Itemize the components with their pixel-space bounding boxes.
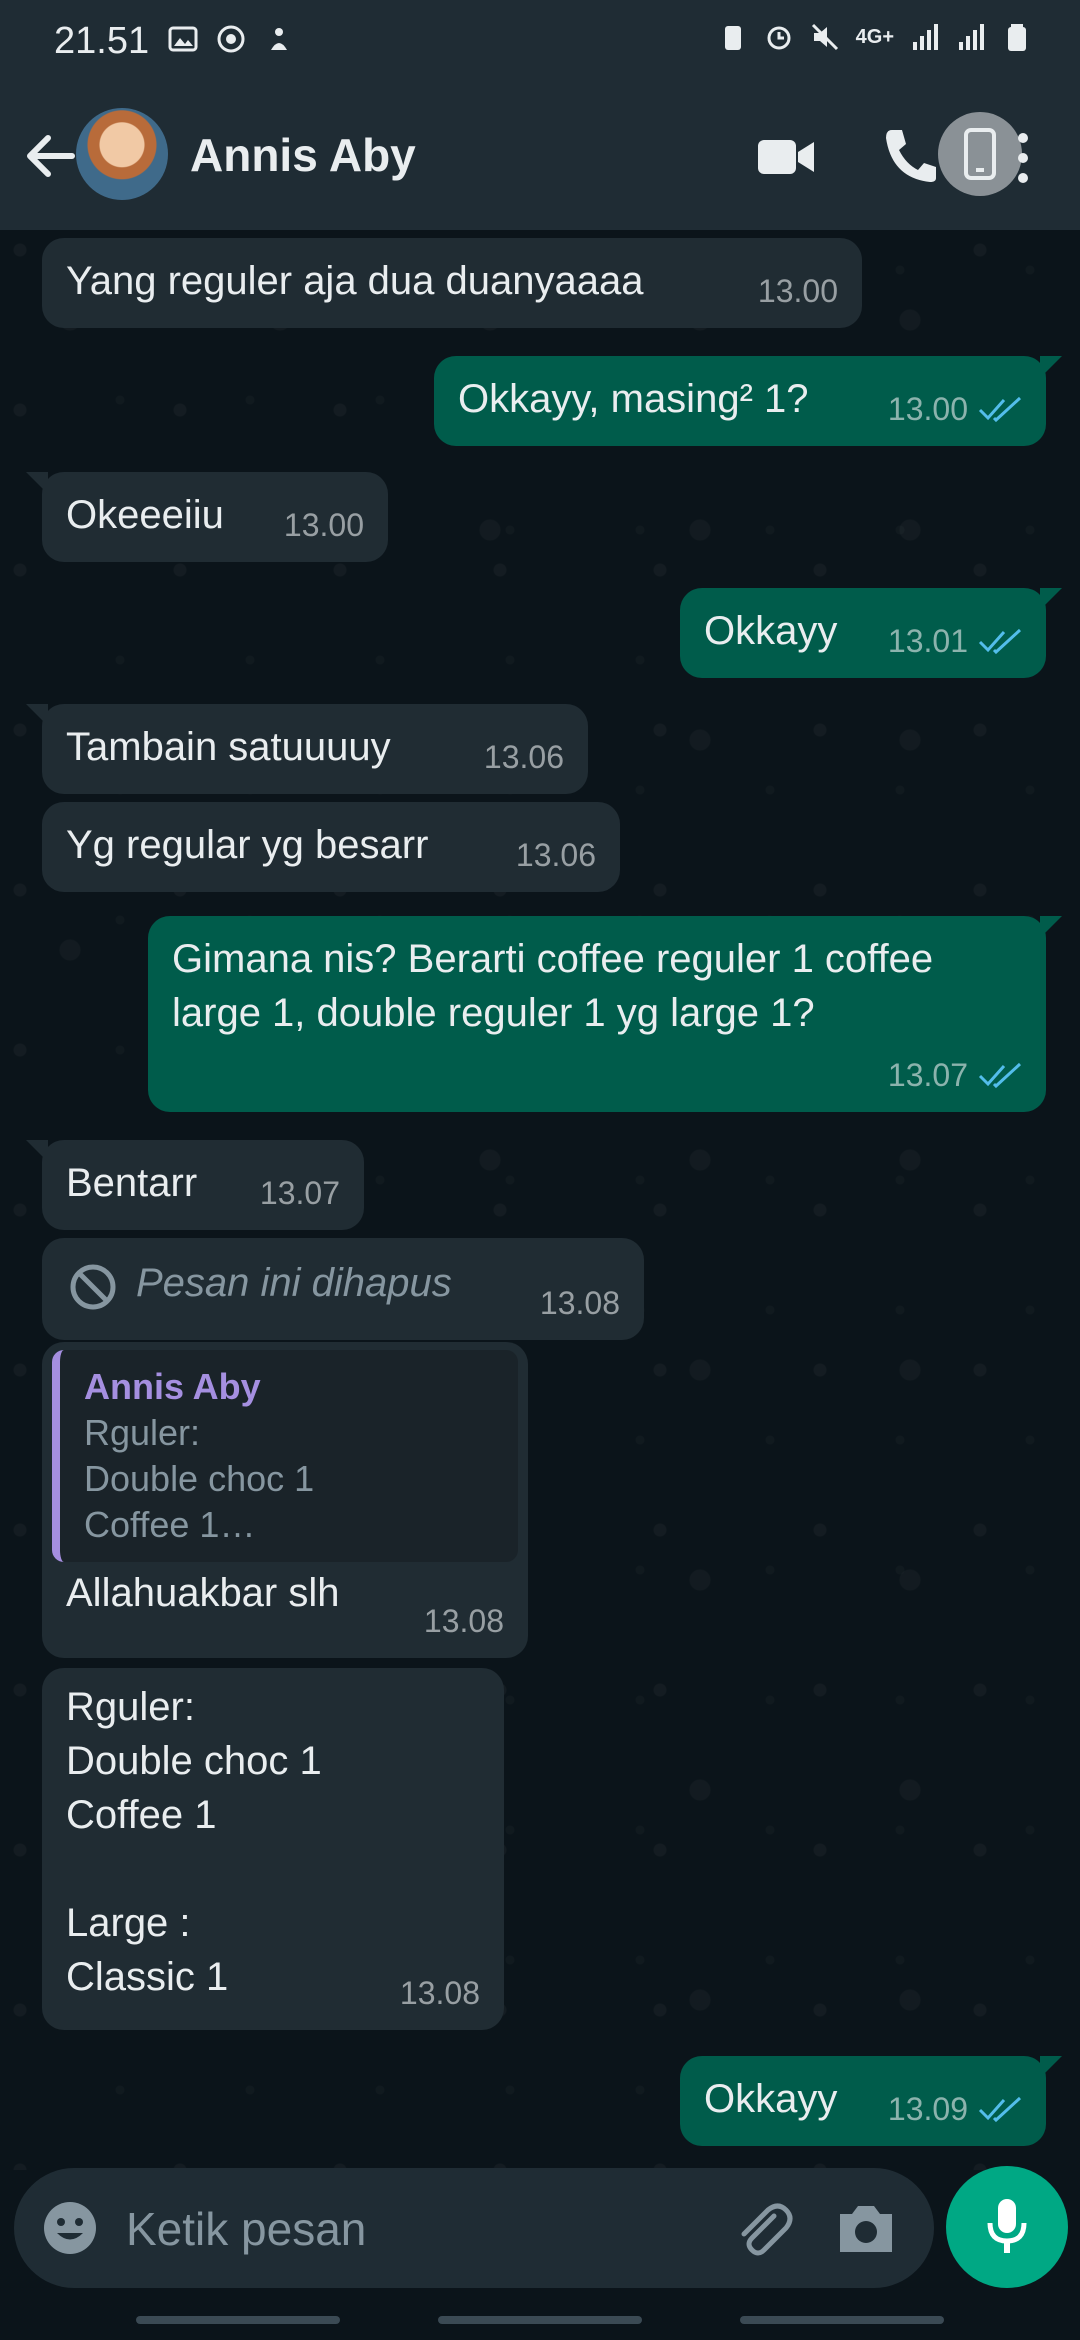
network-type: 4G+ — [855, 25, 894, 48]
message-list[interactable]: Yang reguler aja dua duanyaaaa 13.00 Okk… — [0, 230, 1080, 2160]
message-text: Yg regular yg besarr — [66, 823, 429, 867]
status-time: 21.51 — [54, 20, 150, 62]
message-time: 13.07 — [887, 1057, 968, 1093]
nav-recents[interactable] — [136, 2316, 340, 2324]
message-text: Okeeeiiu — [66, 493, 224, 537]
video-call-icon[interactable] — [756, 132, 816, 182]
message-input[interactable] — [124, 2196, 728, 2262]
quoted-text: Rguler: Double choc 1 Coffee 1… — [84, 1412, 315, 1545]
system-navigation-bar — [0, 2300, 1080, 2340]
nav-back[interactable] — [740, 2316, 944, 2324]
message-bubble-incoming[interactable]: Tambain satuuuuy 13.06 — [26, 704, 588, 794]
message-text: Allahuakbar slh — [66, 1571, 340, 1615]
contact-avatar[interactable] — [76, 108, 168, 200]
message-bubble-outgoing[interactable]: Okkayy 13.09 — [680, 2056, 1062, 2146]
attachment-paperclip-icon[interactable] — [730, 2196, 794, 2260]
nav-home[interactable] — [438, 2316, 642, 2324]
read-receipt-icon — [978, 1062, 1022, 1089]
message-time: 13.09 — [887, 2091, 968, 2127]
message-bubble-incoming[interactable]: Yang reguler aja dua duanyaaaa 13.00 — [42, 238, 862, 328]
message-time: 13.00 — [283, 507, 364, 543]
read-receipt-icon — [978, 628, 1022, 655]
message-text: Gimana nis? Berarti coffee reguler 1 cof… — [172, 937, 945, 1035]
message-text: Okkayy — [704, 609, 838, 653]
read-receipt-icon — [978, 2096, 1022, 2123]
message-time: 13.00 — [757, 273, 838, 309]
message-bubble-incoming[interactable]: Yg regular yg besarr 13.06 — [42, 802, 620, 892]
message-text: Tambain satuuuuy — [66, 725, 391, 769]
signal-2-icon — [959, 24, 984, 50]
voice-call-icon[interactable] — [882, 126, 938, 186]
status-bar: 21.51 4G+ — [0, 0, 1080, 84]
message-text: Okkayy, masing² 1? — [458, 377, 809, 421]
quoted-message[interactable]: Annis Aby Rguler: Double choc 1 Coffee 1… — [52, 1350, 518, 1562]
mute-icon — [811, 23, 838, 51]
message-time: 13.06 — [515, 837, 596, 873]
chat-header: Annis Aby — [0, 84, 1080, 230]
message-time: 13.07 — [259, 1175, 340, 1211]
message-bubble-incoming[interactable]: Rguler: Double choc 1 Coffee 1 Large : C… — [42, 1668, 504, 2030]
message-time: 13.08 — [399, 1975, 480, 2011]
gallery-notification-icon — [168, 26, 198, 52]
alarm-icon — [767, 26, 791, 50]
back-arrow-icon[interactable] — [18, 124, 82, 188]
battery-saver-icon — [724, 26, 741, 50]
signal-icon — [913, 24, 938, 50]
message-bubble-incoming[interactable]: Bentarr 13.07 — [26, 1140, 364, 1230]
message-text: Yang reguler aja dua duanyaaaa — [66, 259, 644, 303]
quoted-sender-name: Annis Aby — [84, 1366, 261, 1407]
message-composer — [14, 2168, 934, 2288]
microphone-icon — [987, 2199, 1027, 2253]
deleted-message-icon — [70, 1264, 116, 1310]
emoji-icon[interactable] — [40, 2198, 100, 2258]
app-notification-icon — [271, 28, 287, 50]
camera-icon[interactable] — [834, 2198, 898, 2258]
message-bubble-outgoing[interactable]: Gimana nis? Berarti coffee reguler 1 cof… — [148, 916, 1062, 1112]
chrome-notification-icon — [217, 25, 245, 53]
message-time: 13.00 — [887, 391, 968, 427]
contact-name[interactable]: Annis Aby — [190, 128, 416, 182]
deleted-message-text: Pesan ini dihapus — [136, 1261, 452, 1305]
message-text: Okkayy — [704, 2077, 838, 2121]
voice-message-button[interactable] — [946, 2166, 1068, 2288]
message-bubble-reply[interactable]: Annis Aby Rguler: Double choc 1 Coffee 1… — [42, 1342, 528, 1658]
message-text: Rguler: Double choc 1 Coffee 1 Large : C… — [66, 1685, 322, 1999]
message-bubble-incoming[interactable]: Okeeeiiu 13.00 — [26, 472, 388, 562]
message-bubble-deleted[interactable]: Pesan ini dihapus 13.08 — [42, 1238, 644, 1340]
read-receipt-icon — [978, 396, 1022, 423]
message-bubble-outgoing[interactable]: Okkayy, masing² 1? 13.00 — [434, 356, 1062, 446]
message-time: 13.08 — [423, 1603, 504, 1639]
message-text: Bentarr — [66, 1161, 198, 1205]
message-time: 13.08 — [539, 1285, 620, 1321]
phone-device-icon — [964, 128, 996, 180]
message-bubble-outgoing[interactable]: Okkayy 13.01 — [680, 588, 1062, 678]
battery-icon — [1008, 24, 1026, 51]
message-time: 13.01 — [887, 623, 968, 659]
message-time: 13.06 — [483, 739, 564, 775]
more-options-icon[interactable] — [1008, 126, 1038, 190]
